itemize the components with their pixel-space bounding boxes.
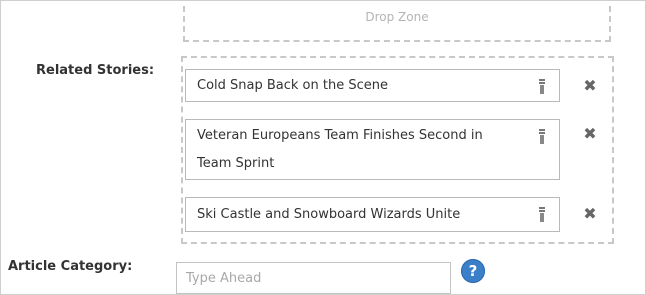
article-category-label: Article Category: [8,259,133,274]
related-story-item[interactable]: Cold Snap Back on the Scene [185,69,560,102]
related-story-title: Ski Castle and Snowboard Wizards Unite [197,207,461,222]
drag-handle-icon[interactable] [538,79,546,94]
related-story-title: Veteran Europeans Team Finishes Second i… [197,128,483,171]
drag-handle-icon[interactable] [538,207,546,222]
remove-story-close-icon[interactable]: ✖ [582,206,598,222]
related-story-item[interactable]: Ski Castle and Snowboard Wizards Unite [185,197,560,232]
drag-handle-icon[interactable] [538,129,546,144]
drop-zone[interactable]: Drop Zone [183,6,611,42]
related-stories-label: Related Stories: [36,63,155,78]
article-category-typeahead-input[interactable] [176,262,451,294]
drop-zone-label: Drop Zone [365,10,429,24]
remove-story-close-icon[interactable]: ✖ [582,126,598,142]
help-question-icon[interactable]: ? [461,259,485,283]
related-story-item[interactable]: Veteran Europeans Team Finishes Second i… [185,119,560,180]
related-story-title: Cold Snap Back on the Scene [197,78,388,93]
remove-story-close-icon[interactable]: ✖ [582,78,598,94]
